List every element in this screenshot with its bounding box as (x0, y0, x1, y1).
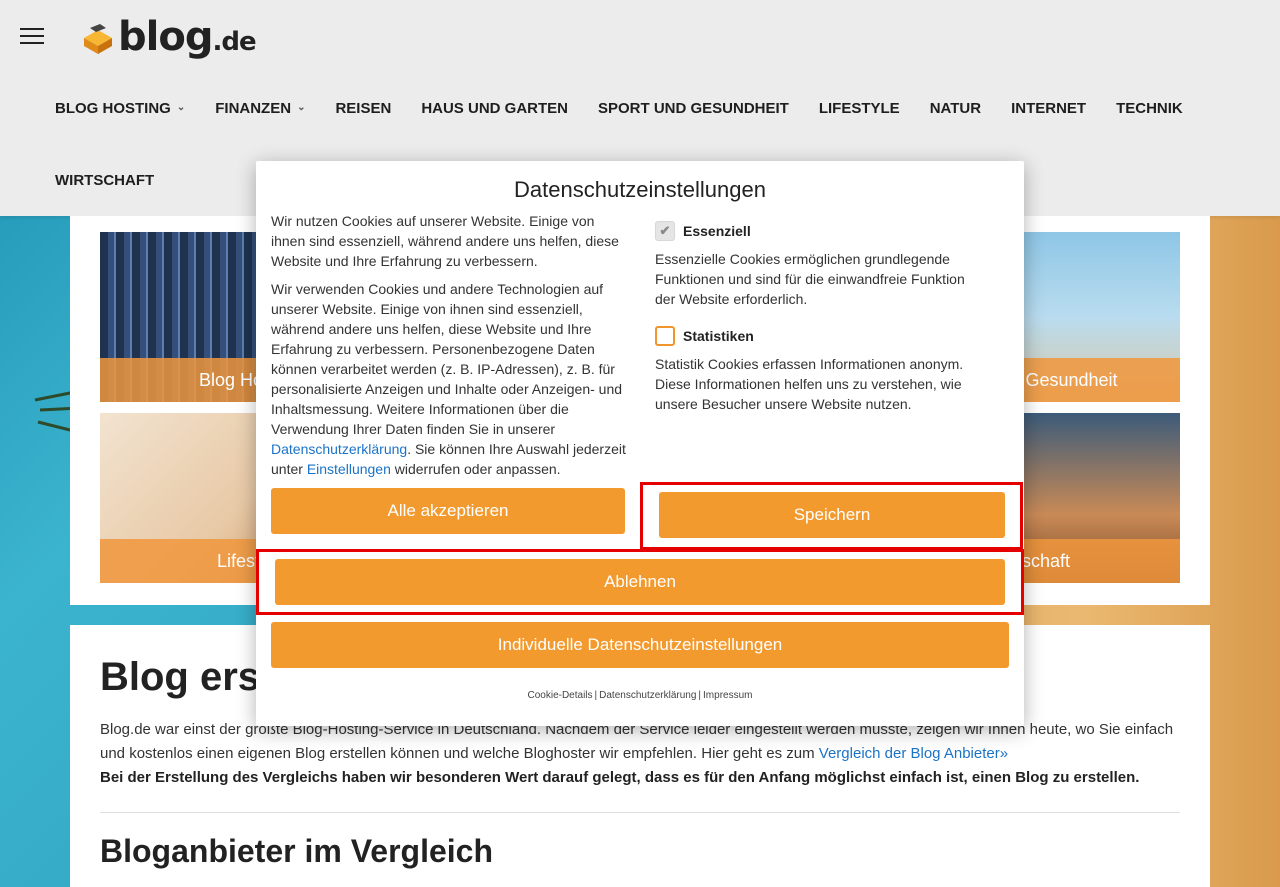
nav-item-internet[interactable]: INTERNET (996, 100, 1101, 117)
nav-item-natur[interactable]: NATUR (915, 100, 996, 117)
article-emphasis: Bei der Erstellung des Vergleichs haben … (100, 769, 1140, 786)
site-logo[interactable]: blog.de (80, 14, 257, 64)
chevron-down-icon: ⌄ (297, 101, 306, 113)
category-statistiken: Statistiken Statistik Cookies erfassen I… (655, 326, 985, 414)
individual-settings-button[interactable]: Individuelle Datenschutzeinstellungen (271, 622, 1009, 668)
dialog-title: Datenschutzeinstellungen (514, 177, 766, 202)
statistiken-checkbox[interactable] (655, 326, 675, 346)
cookie-consent-dialog: Datenschutzeinstellungen Wir nutzen Cook… (256, 161, 1024, 726)
intro-paragraph-2: Wir verwenden Cookies und andere Technol… (271, 281, 626, 477)
nav-item-reisen[interactable]: REISEN (320, 100, 406, 117)
section-heading: Bloganbieter im Vergleich (100, 833, 493, 869)
settings-link[interactable]: Einstellungen (307, 461, 391, 477)
nav-item-finanzen[interactable]: FINANZEN ⌄ (200, 100, 320, 117)
checkmark-icon: ✔ (659, 223, 671, 238)
category-name: Essenziell (683, 223, 751, 239)
compare-link[interactable]: Vergleich der Blog Anbieter» (819, 745, 1008, 762)
nav-item-blog-hosting[interactable]: BLOG HOSTING ⌄ (40, 100, 200, 117)
nav-item-technik[interactable]: TECHNIK (1101, 100, 1198, 117)
save-button[interactable]: Speichern (659, 492, 1005, 538)
essenziell-checkbox[interactable]: ✔ (655, 221, 675, 241)
logo-text: blog.de (118, 14, 257, 60)
divider (100, 812, 1180, 813)
privacy-policy-link[interactable]: Datenschutzerklärung (271, 441, 407, 457)
accept-all-button[interactable]: Alle akzeptieren (271, 488, 625, 534)
imprint-link[interactable]: Impressum (703, 690, 752, 701)
category-essenziell: ✔ Essenziell Essenzielle Cookies ermögli… (655, 221, 985, 309)
dialog-intro: Wir nutzen Cookies auf unserer Website. … (271, 211, 631, 487)
nav-item-wirtschaft[interactable]: WIRTSCHAFT (40, 172, 169, 189)
cookie-details-link[interactable]: Cookie-Details (528, 690, 593, 701)
nav-item-sport-und-gesundheit[interactable]: SPORT UND GESUNDHEIT (583, 100, 804, 117)
dialog-footer-links: Cookie-Details | Datenschutzerklärung | Impr… (527, 690, 753, 701)
reject-button[interactable]: Ablehnen (275, 559, 1005, 605)
logo-mark-icon (84, 24, 112, 54)
menu-icon[interactable] (20, 28, 44, 44)
privacy-link[interactable]: Datenschutzerklärung (599, 690, 696, 701)
category-desc: Essenzielle Cookies ermöglichen grundleg… (655, 251, 965, 307)
category-desc: Statistik Cookies erfassen Informationen… (655, 356, 964, 412)
intro-paragraph-1: Wir nutzen Cookies auf unserer Website. … (271, 213, 619, 269)
nav-item-lifestyle[interactable]: LIFESTYLE (804, 100, 915, 117)
nav-item-haus-und-garten[interactable]: HAUS UND GARTEN (406, 100, 583, 117)
category-name: Statistiken (683, 328, 754, 344)
nav-row-1: BLOG HOSTING ⌄ FINANZEN ⌄ REISEN HAUS UND … (40, 72, 1240, 144)
chevron-down-icon: ⌄ (176, 101, 186, 113)
